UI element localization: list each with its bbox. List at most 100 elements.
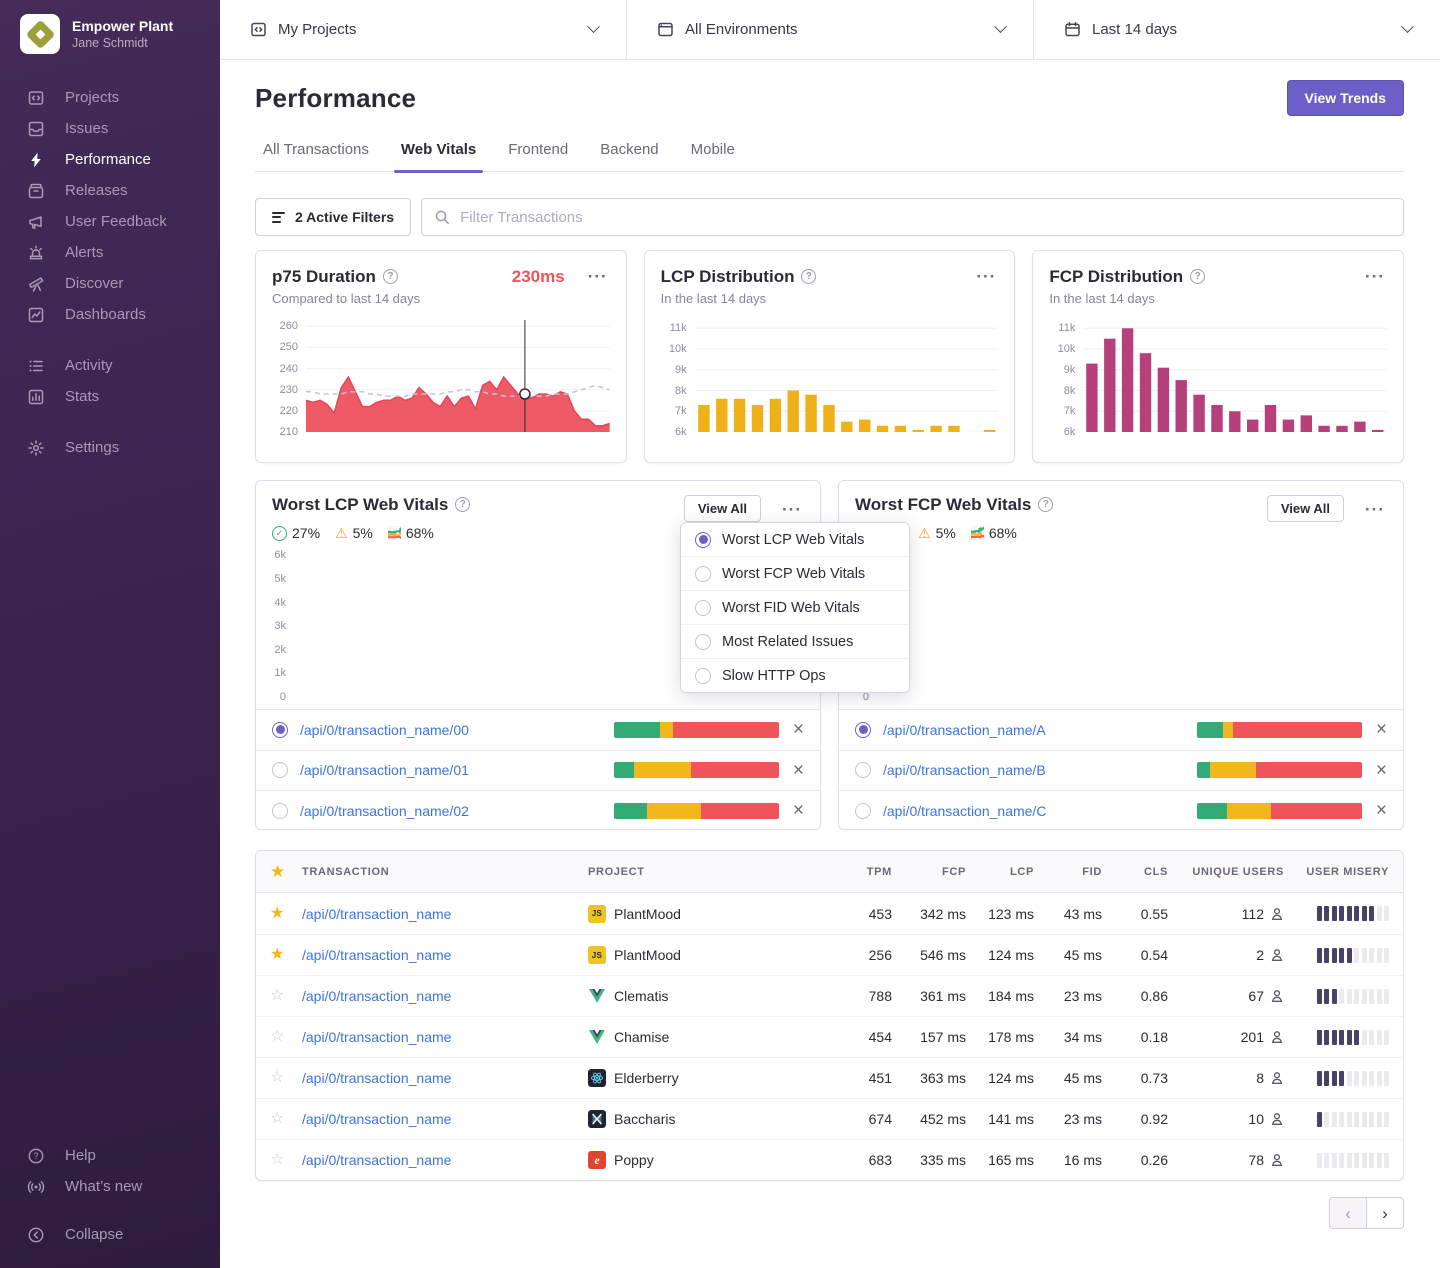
column-header[interactable]: UNIQUE USERS xyxy=(1168,866,1284,878)
star-toggle[interactable]: ☆ xyxy=(270,1070,302,1086)
transaction-link[interactable]: /api/0/transaction_name xyxy=(302,906,588,922)
star-toggle[interactable]: ☆ xyxy=(270,1152,302,1168)
sidebar-item-settings[interactable]: Settings xyxy=(0,432,220,463)
column-header[interactable]: FCP xyxy=(892,866,966,878)
view-all-button[interactable]: View All xyxy=(684,495,761,522)
y-axis: 260250240230220210 xyxy=(272,320,306,432)
tab-frontend[interactable]: Frontend xyxy=(507,141,569,171)
radio-button[interactable] xyxy=(272,722,288,738)
menu-item-worst-fid[interactable]: Worst FID Web Vitals xyxy=(681,590,909,624)
transaction-link[interactable]: /api/0/transaction_name xyxy=(302,1111,588,1127)
tab-mobile[interactable]: Mobile xyxy=(690,141,736,171)
menu-item-worst-fcp[interactable]: Worst FCP Web Vitals xyxy=(681,556,909,590)
org-switcher[interactable]: Empower Plant Jane Schmidt xyxy=(0,14,220,54)
close-icon[interactable]: × xyxy=(791,761,806,780)
radio-button[interactable] xyxy=(855,803,871,819)
transaction-link[interactable]: /api/0/transaction_name/A xyxy=(883,722,1185,738)
star-toggle[interactable]: ☆ xyxy=(270,1111,302,1127)
transaction-link[interactable]: /api/0/transaction_name xyxy=(302,1070,588,1086)
sidebar-collapse-button[interactable]: Collapse xyxy=(0,1219,220,1250)
environment-filter-dropdown[interactable]: All Environments xyxy=(626,0,1033,59)
star-toggle[interactable]: ☆ xyxy=(270,1029,302,1045)
radio-button[interactable] xyxy=(855,762,871,778)
content: Performance View Trends All Transactions… xyxy=(220,60,1440,1268)
star-toggle[interactable]: ★ xyxy=(270,947,302,963)
vital-transaction-row: /api/0/transaction_name/02 × xyxy=(256,790,820,831)
transaction-link[interactable]: /api/0/transaction_name xyxy=(302,1152,588,1168)
help-icon[interactable]: ? xyxy=(455,497,470,512)
menu-item-most-related-issues[interactable]: Most Related Issues xyxy=(681,624,909,658)
next-page-button[interactable]: › xyxy=(1366,1197,1404,1229)
column-header[interactable]: PROJECT xyxy=(588,866,828,878)
project-filter-dropdown[interactable]: My Projects xyxy=(220,0,626,59)
sidebar-item-whats-new[interactable]: What’s new xyxy=(0,1171,220,1202)
tab-all-transactions[interactable]: All Transactions xyxy=(262,141,370,171)
close-icon[interactable]: × xyxy=(791,801,806,820)
transaction-link[interactable]: /api/0/transaction_name xyxy=(302,988,588,1004)
sidebar-item-dashboards[interactable]: Dashboards xyxy=(0,299,220,330)
platform-icon: JS xyxy=(588,946,606,964)
ellipsis-menu-button[interactable]: ··· xyxy=(974,266,998,287)
column-header[interactable]: CLS xyxy=(1102,866,1168,878)
sidebar-item-activity[interactable]: Activity xyxy=(0,350,220,381)
date-range-dropdown[interactable]: Last 14 days xyxy=(1033,0,1440,59)
lcp-bar-chart xyxy=(695,320,999,432)
close-icon[interactable]: × xyxy=(1374,801,1389,820)
sidebar-item-help[interactable]: ? Help xyxy=(0,1140,220,1171)
fid-value: 45 ms xyxy=(1034,1070,1102,1086)
star-toggle[interactable]: ☆ xyxy=(270,988,302,1004)
active-filters-button[interactable]: 2 Active Filters xyxy=(255,198,411,236)
tab-backend[interactable]: Backend xyxy=(599,141,659,171)
transaction-link[interactable]: /api/0/transaction_name/02 xyxy=(300,803,602,819)
previous-page-button[interactable]: ‹ xyxy=(1329,1197,1367,1229)
ellipsis-menu-button[interactable]: ··· xyxy=(1363,499,1387,520)
sidebar-item-alerts[interactable]: Alerts xyxy=(0,237,220,268)
sidebar-item-projects[interactable]: Projects xyxy=(0,82,220,113)
ellipsis-menu-button[interactable]: ··· xyxy=(586,266,610,287)
close-icon[interactable]: × xyxy=(1374,761,1389,780)
transaction-link[interactable]: /api/0/transaction_name/C xyxy=(883,803,1185,819)
transaction-link[interactable]: /api/0/transaction_name/01 xyxy=(300,762,602,778)
transaction-link[interactable]: /api/0/transaction_name xyxy=(302,947,588,963)
help-icon[interactable]: ? xyxy=(383,269,398,284)
menu-item-slow-http-ops[interactable]: Slow HTTP Ops xyxy=(681,658,909,692)
transaction-link[interactable]: /api/0/transaction_name/B xyxy=(883,762,1185,778)
menu-item-worst-lcp[interactable]: Worst LCP Web Vitals xyxy=(681,523,909,556)
warning-triangle-icon: ⚠ xyxy=(335,526,348,540)
close-icon[interactable]: × xyxy=(791,720,806,739)
ellipsis-menu-button[interactable]: ··· xyxy=(1363,266,1387,287)
column-header[interactable]: TRANSACTION xyxy=(302,866,588,878)
sidebar-item-issues[interactable]: Issues xyxy=(0,113,220,144)
help-icon[interactable]: ? xyxy=(1190,269,1205,284)
column-header[interactable]: TPM xyxy=(828,866,892,878)
sidebar-item-performance[interactable]: Performance xyxy=(0,144,220,175)
transaction-link[interactable]: /api/0/transaction_name xyxy=(302,1029,588,1045)
radio-button[interactable] xyxy=(855,722,871,738)
sidebar-item-discover[interactable]: Discover xyxy=(0,268,220,299)
search-input[interactable] xyxy=(421,198,1404,236)
column-header[interactable]: FID xyxy=(1034,866,1102,878)
sidebar-item-stats[interactable]: Stats xyxy=(0,381,220,412)
table-row: ☆ /api/0/transaction_name Elderberry 451… xyxy=(256,1057,1403,1098)
star-toggle[interactable]: ★ xyxy=(270,906,302,922)
close-icon[interactable]: × xyxy=(1374,720,1389,739)
radio-button[interactable] xyxy=(272,803,288,819)
meh-percentage: ⚠5% xyxy=(335,525,373,541)
good-percentage: ✓27% xyxy=(272,525,320,541)
radio-button[interactable] xyxy=(272,762,288,778)
transaction-link[interactable]: /api/0/transaction_name/00 xyxy=(300,722,602,738)
sidebar-item-releases[interactable]: Releases xyxy=(0,175,220,206)
meh-percentage: ⚠5% xyxy=(918,525,956,541)
column-header[interactable]: USER MISERY xyxy=(1284,866,1389,878)
vitals-distribution-bar xyxy=(614,762,779,778)
ellipsis-menu-button[interactable]: ··· xyxy=(780,499,804,520)
view-trends-button[interactable]: View Trends xyxy=(1287,80,1404,116)
sidebar-item-user-feedback[interactable]: User Feedback xyxy=(0,206,220,237)
view-all-button[interactable]: View All xyxy=(1267,495,1344,522)
help-icon[interactable]: ? xyxy=(801,269,816,284)
help-icon[interactable]: ? xyxy=(1038,497,1053,512)
fid-value: 23 ms xyxy=(1034,1111,1102,1127)
column-header[interactable]: LCP xyxy=(966,866,1034,878)
card-subtitle: In the last 14 days xyxy=(661,291,999,306)
tab-web-vitals[interactable]: Web Vitals xyxy=(400,141,477,171)
